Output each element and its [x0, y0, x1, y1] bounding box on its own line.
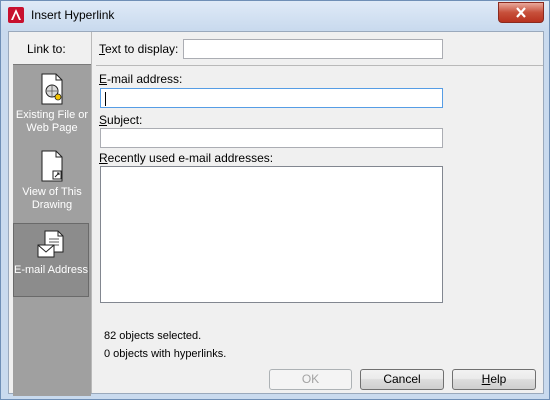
email-address-input[interactable] [100, 88, 443, 108]
ok-button[interactable]: OK [269, 369, 352, 390]
file-web-icon [41, 73, 63, 105]
close-icon [516, 7, 526, 18]
window-title: Insert Hyperlink [31, 8, 115, 22]
recent-emails-list[interactable] [100, 166, 443, 303]
insert-hyperlink-dialog: Insert Hyperlink Link to: Existing File … [0, 0, 550, 400]
help-button[interactable]: Help [452, 369, 536, 390]
autocad-logo-icon [8, 7, 24, 23]
link-to-email-address[interactable]: E-mail Address [13, 223, 89, 297]
link-to-existing-file-label: Existing File or Web Page [15, 109, 89, 134]
objects-selected-text: 82 objects selected. [104, 330, 202, 342]
close-button[interactable] [498, 2, 544, 23]
text-to-display-input[interactable] [183, 39, 443, 59]
text-caret [105, 92, 106, 106]
link-to-email-address-label: E-mail Address [14, 264, 88, 276]
objects-with-hyperlinks-text: 0 objects with hyperlinks. [104, 348, 227, 360]
recent-emails-label: Recently used e-mail addresses: [99, 151, 274, 165]
cancel-button[interactable]: Cancel [360, 369, 444, 390]
title-bar[interactable]: Insert Hyperlink [1, 1, 549, 30]
link-to-drawing-view-label: View of This Drawing [22, 186, 82, 211]
header-divider [96, 65, 543, 66]
email-address-icon [37, 230, 64, 258]
drawing-view-icon [41, 150, 63, 182]
link-to-drawing-view[interactable]: View of This Drawing [13, 150, 91, 212]
divider [91, 32, 92, 393]
text-to-display-label: Text to display: [99, 42, 179, 56]
dialog-body: Link to: Existing File or Web Page View … [8, 31, 544, 396]
subject-input[interactable] [100, 128, 443, 148]
link-type-panel: Existing File or Web Page View of This D… [13, 64, 91, 396]
subject-label: Subject: [99, 113, 143, 127]
link-to-existing-file[interactable]: Existing File or Web Page [13, 73, 91, 135]
email-address-label: E-mail address: [99, 72, 183, 86]
link-to-label: Link to: [27, 42, 66, 56]
